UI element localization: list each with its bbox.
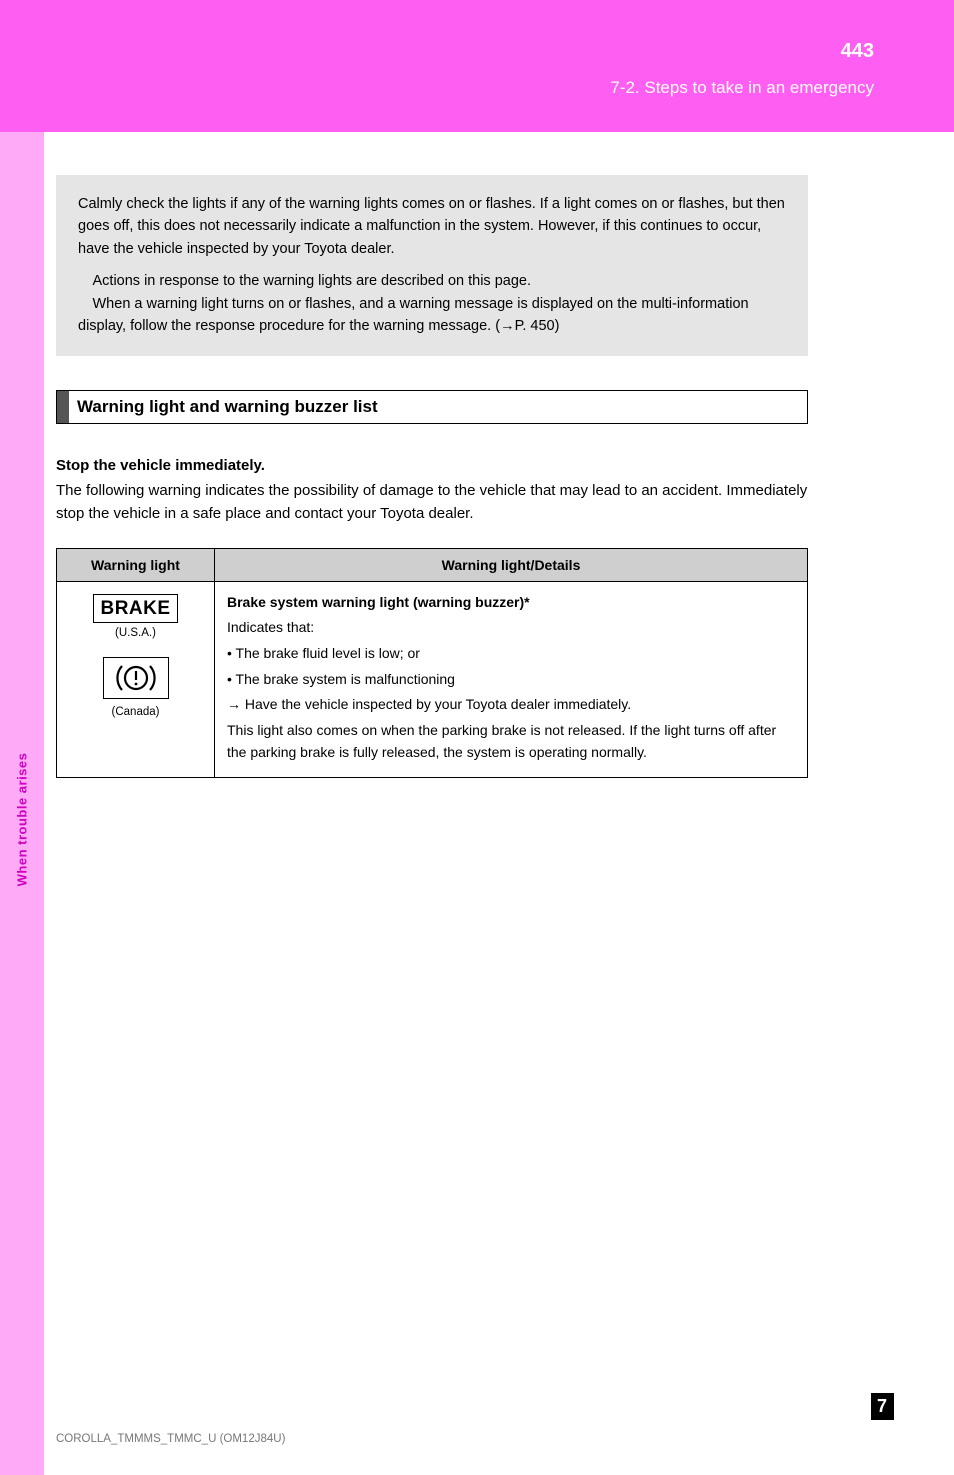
row-title: Brake system warning light (warning buzz… xyxy=(227,592,795,614)
row-action: Have the vehicle inspected by your Toyot… xyxy=(227,694,795,716)
stop-line1: Stop the vehicle immediately. xyxy=(56,454,808,477)
brake-text-icon: BRAKE xyxy=(93,594,177,623)
side-tab-label: When trouble arises xyxy=(15,753,30,887)
heading-tab xyxy=(57,391,69,423)
section-number-badge: 7 xyxy=(871,1393,894,1420)
page-number-top: 443 xyxy=(841,40,874,63)
warning-light-table: Warning light Warning light/Details BRAK… xyxy=(56,548,808,779)
row-extra: This light also comes on when the parkin… xyxy=(227,720,795,763)
table-row: BRAKE (U.S.A.) xyxy=(57,581,808,778)
brake-symbol-icon xyxy=(103,657,169,699)
table-header-row: Warning light Warning light/Details xyxy=(57,548,808,581)
breadcrumb: 7-2. Steps to take in an emergency xyxy=(610,78,874,98)
brake-icon-block: BRAKE (U.S.A.) xyxy=(63,594,208,639)
row-desc: Indicates that: xyxy=(227,617,795,639)
icon-caption-canada: (Canada) xyxy=(63,706,208,718)
brake-warning-icon xyxy=(110,662,162,694)
icon-caption-usa: (U.S.A.) xyxy=(63,627,208,639)
intro-p2: Actions in response to the warning light… xyxy=(78,270,786,292)
brake-symbol-block: (Canada) xyxy=(63,657,208,718)
header-bar: 443 7-2. Steps to take in an emergency xyxy=(0,0,954,132)
section-heading: Warning light and warning buzzer list xyxy=(69,397,378,417)
model-code: COROLLA_TMMMS_TMMC_U (OM12J84U) xyxy=(56,1433,285,1445)
intro-p3: When a warning light turns on or flashes… xyxy=(78,293,786,338)
page-content: Calmly check the lights if any of the wa… xyxy=(56,175,808,778)
icon-cell: BRAKE (U.S.A.) xyxy=(57,581,215,778)
th-details: Warning light/Details xyxy=(215,548,808,581)
side-tab: When trouble arises xyxy=(0,132,44,1475)
row-bullet1: • The brake fluid level is low; or xyxy=(227,643,795,665)
intro-p1: Calmly check the lights if any of the wa… xyxy=(78,193,786,260)
stop-message: Stop the vehicle immediately. The follow… xyxy=(56,454,808,526)
stop-line2: The following warning indicates the poss… xyxy=(56,479,808,526)
th-warning-light: Warning light xyxy=(57,548,215,581)
intro-box: Calmly check the lights if any of the wa… xyxy=(56,175,808,356)
section-heading-box: Warning light and warning buzzer list xyxy=(56,390,808,424)
row-bullet2: • The brake system is malfunctioning xyxy=(227,669,795,691)
details-cell: Brake system warning light (warning buzz… xyxy=(215,581,808,778)
